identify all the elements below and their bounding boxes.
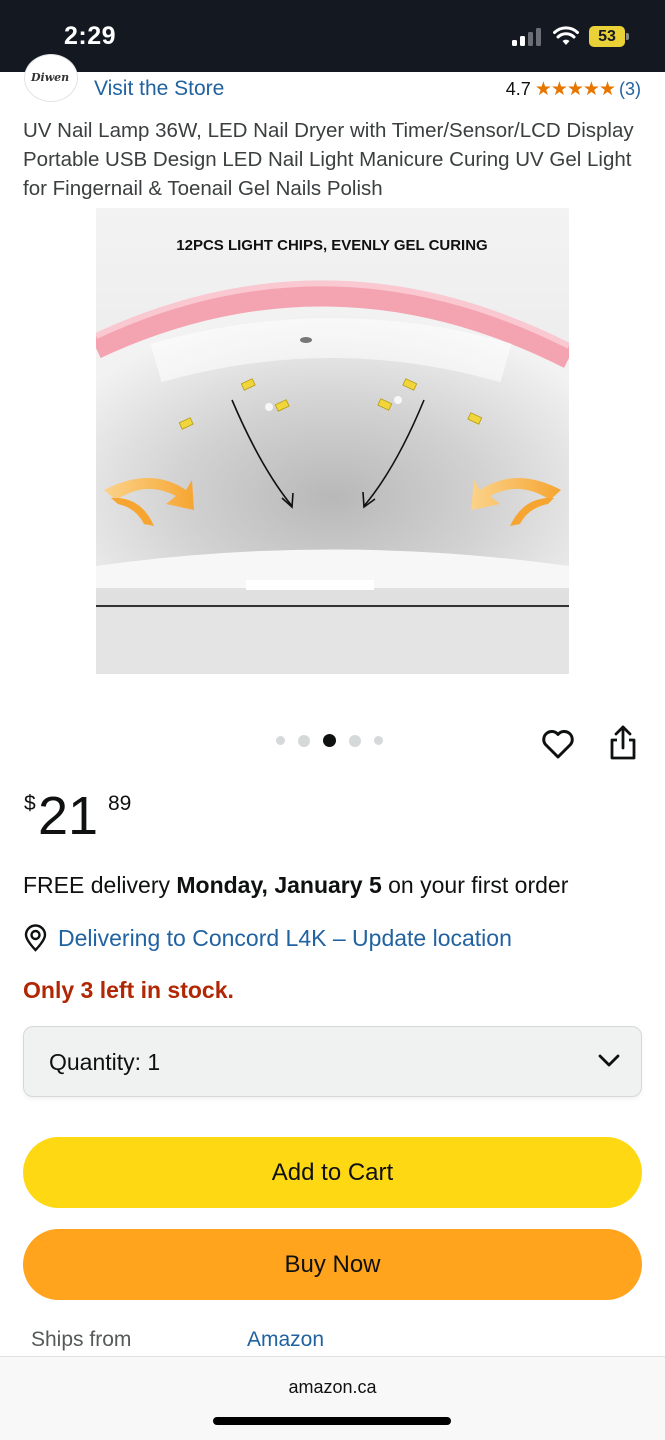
wifi-icon	[553, 26, 579, 45]
image-caption: 12PCS LIGHT CHIPS, EVENLY GEL CURING	[176, 237, 487, 254]
delivery-prefix: FREE delivery	[23, 872, 177, 898]
quantity-label: Quantity: 1	[49, 1049, 161, 1075]
rating-summary[interactable]: 4.7 ★★★★★ (3)	[506, 78, 641, 101]
ships-from-value[interactable]: Amazon	[247, 1328, 324, 1352]
image-carousel-dots[interactable]	[276, 734, 383, 747]
browser-bottom-bar: amazon.ca	[0, 1356, 665, 1440]
status-bar: 2:29 53	[0, 0, 665, 72]
share-icon[interactable]	[606, 724, 640, 762]
stock-warning: Only 3 left in stock.	[23, 977, 234, 1003]
product-title: UV Nail Lamp 36W, LED Nail Dryer with Ti…	[23, 119, 634, 200]
store-row: Diwen Visit the Store 4.7 ★★★★★ (3)	[0, 54, 665, 112]
quantity-select[interactable]: Quantity: 1	[23, 1026, 642, 1097]
add-to-cart-button[interactable]: Add to Cart	[23, 1137, 642, 1208]
status-time: 2:29	[64, 22, 117, 50]
price-fraction: 89	[108, 792, 132, 815]
delivery-location-text[interactable]: Delivering to Concord L4K – Update locat…	[58, 925, 512, 952]
heart-icon[interactable]	[540, 726, 576, 762]
delivery-suffix: on your first order	[381, 872, 569, 898]
location-pin-icon	[24, 924, 47, 952]
delivery-location-link[interactable]: Delivering to Concord L4K – Update locat…	[23, 924, 512, 952]
home-indicator[interactable]	[213, 1417, 451, 1425]
carousel-dot[interactable]	[349, 734, 361, 747]
star-rating-icon: ★★★★★	[534, 79, 616, 100]
brand-logo[interactable]: Diwen	[24, 54, 78, 102]
battery-icon: 53	[589, 26, 629, 47]
price-symbol: $	[24, 792, 36, 815]
delivery-date: Monday, January 5	[176, 872, 382, 898]
url-bar[interactable]: amazon.ca	[0, 1377, 665, 1398]
battery-level: 53	[589, 26, 625, 47]
chevron-down-icon	[598, 1054, 620, 1067]
signal-icon	[512, 28, 542, 46]
price-whole: 21	[38, 786, 99, 846]
visit-store-link[interactable]: Visit the Store	[94, 77, 224, 101]
buy-now-button[interactable]: Buy Now	[23, 1229, 642, 1300]
rating-count-link[interactable]: (3)	[619, 79, 641, 100]
rating-value: 4.7	[505, 79, 531, 99]
carousel-dot[interactable]	[374, 736, 383, 745]
carousel-dot[interactable]	[276, 736, 285, 745]
carousel-dot-active[interactable]	[323, 734, 336, 747]
ships-from-label: Ships from	[31, 1328, 132, 1351]
delivery-info: FREE delivery Monday, January 5 on your …	[23, 872, 568, 899]
product-image[interactable]: 12PCS LIGHT CHIPS, EVENLY GEL CURING	[96, 208, 569, 674]
carousel-dot[interactable]	[298, 734, 310, 747]
